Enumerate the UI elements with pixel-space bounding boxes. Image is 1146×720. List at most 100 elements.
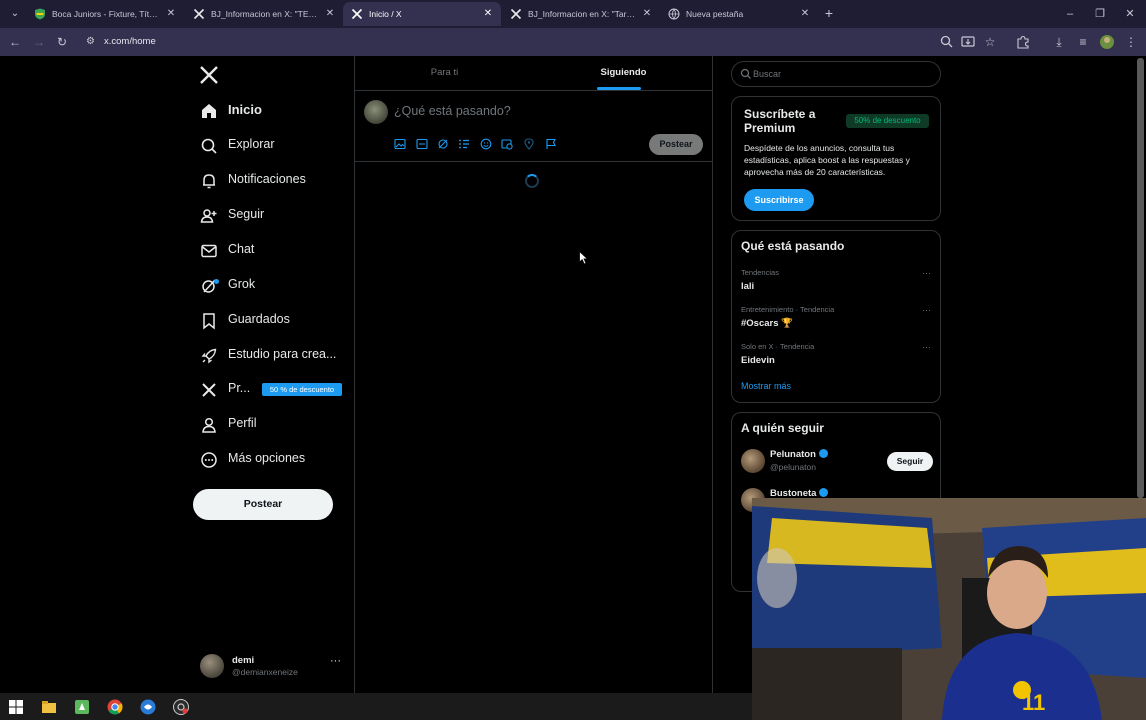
gif-icon[interactable]	[416, 138, 428, 150]
address-bar[interactable]: ⚙ x.com/home	[80, 31, 1000, 53]
nav-item-chat[interactable]: Chat	[196, 236, 346, 266]
flag-icon[interactable]	[545, 138, 557, 150]
nav-item-guardados[interactable]: Guardados	[196, 306, 346, 336]
subscribe-button[interactable]: Suscribirse	[744, 189, 814, 211]
bookmark-star-icon[interactable]: ☆	[981, 33, 999, 51]
schedule-icon[interactable]	[501, 138, 513, 150]
follow-button[interactable]: Seguir	[887, 452, 933, 471]
obs-recording-icon[interactable]	[172, 698, 190, 716]
more-dots-icon[interactable]: ···	[922, 305, 931, 315]
compose-post-button[interactable]: Postear	[649, 134, 703, 155]
trends-heading: Qué está pasando	[741, 239, 845, 253]
follow-name: Pelunaton	[770, 449, 828, 460]
premium-discount-badge: 50% de descuento	[846, 114, 929, 128]
account-handle: @demianxeneize	[232, 667, 298, 677]
zoom-icon[interactable]	[938, 33, 956, 51]
divider	[355, 90, 713, 91]
nav-item-estudio[interactable]: Estudio para crea...	[196, 341, 346, 371]
nav-item-mas-opciones[interactable]: Más opciones	[196, 445, 346, 475]
download-icon[interactable]: ⤓	[1050, 33, 1068, 51]
tab-close-icon[interactable]: ✕	[164, 2, 178, 26]
browser-tabstrip: ⌄ Boca Juniors - Fixture, Títulos y ✕ BJ…	[0, 0, 1146, 28]
more-dots-icon[interactable]: ···	[922, 342, 931, 352]
media-control-icon[interactable]: ≡	[1074, 33, 1092, 51]
x-logo-icon[interactable]	[198, 64, 220, 86]
file-explorer-icon[interactable]	[40, 698, 58, 716]
svg-text:11: 11	[1022, 690, 1045, 715]
reload-icon[interactable]: ↻	[53, 33, 71, 51]
more-dots-icon[interactable]: ···	[922, 268, 931, 278]
url-text[interactable]: x.com/home	[104, 31, 156, 53]
search-icon	[201, 138, 217, 154]
trend-category: Entretenimiento · Tendencia	[741, 305, 835, 314]
tab-title: BJ_Informacion en X: "TERMINÓ	[211, 9, 319, 19]
game-app-icon[interactable]	[73, 698, 91, 716]
site-settings-icon[interactable]: ⚙	[86, 34, 100, 50]
tab-search-chevron-icon[interactable]: ⌄	[6, 5, 24, 23]
browser-tab-bj-info-1[interactable]: BJ_Informacion en X: "TERMINÓ ✕	[185, 2, 343, 26]
more-circle-icon	[201, 452, 217, 468]
grok-compose-icon[interactable]	[437, 138, 449, 150]
sidebar-post-button[interactable]: Postear	[193, 489, 333, 520]
nav-item-grok[interactable]: Grok	[196, 271, 346, 301]
browser-tab-bj-info-2[interactable]: BJ_Informacion en X: "Tarragona ✕	[502, 2, 660, 26]
back-arrow-icon[interactable]: ←	[6, 33, 24, 51]
window-close-icon[interactable]: ✕	[1114, 0, 1146, 28]
nav-label: Grok	[228, 277, 256, 291]
search-icon	[740, 68, 751, 79]
profile-avatar-icon[interactable]	[1098, 33, 1116, 51]
restore-icon[interactable]: ❐	[1084, 0, 1116, 28]
browser-tab-inicio[interactable]: Inicio / X ✕	[343, 2, 501, 26]
follow-handle: @pelunaton	[770, 462, 816, 472]
x-favicon-icon	[193, 8, 205, 20]
browser-toolbar: ← → ↻ ⚙ x.com/home ☆ ⤓ ≡ ⋮	[0, 28, 1146, 56]
nav-label: Guardados	[228, 312, 290, 326]
app-blue-icon[interactable]	[139, 698, 157, 716]
trend-item[interactable]: Tendencias lali ···	[741, 268, 931, 298]
follow-suggestion[interactable]: Pelunaton @pelunaton Seguir	[741, 447, 933, 477]
new-tab-plus-icon[interactable]: +	[820, 3, 838, 23]
forward-arrow-icon[interactable]: →	[30, 33, 48, 51]
tab-close-icon[interactable]: ✕	[640, 2, 654, 26]
show-more-link[interactable]: Mostrar más	[741, 381, 791, 391]
nav-item-seguir[interactable]: Seguir	[196, 201, 346, 231]
account-switcher[interactable]: demi @demianxeneize ···	[200, 652, 350, 682]
tab-siguiendo[interactable]: Siguiendo	[534, 56, 713, 90]
trend-item[interactable]: Entretenimiento · Tendencia #Oscars 🏆 ··…	[741, 305, 931, 335]
nav-item-perfil[interactable]: Perfil	[196, 410, 346, 440]
emoji-icon[interactable]	[480, 138, 492, 150]
tab-title: BJ_Informacion en X: "Tarragona	[528, 9, 636, 19]
location-icon[interactable]	[523, 138, 535, 150]
mail-icon	[201, 244, 217, 258]
search-box[interactable]: Buscar	[731, 61, 941, 87]
minimize-icon[interactable]: –	[1054, 0, 1086, 28]
nav-label: Notificaciones	[228, 172, 306, 186]
nav-item-inicio[interactable]: Inicio	[196, 96, 346, 126]
follow-heading: A quién seguir	[741, 421, 824, 435]
trend-item[interactable]: Solo en X · Tendencia Eidevin ···	[741, 342, 931, 372]
nav-item-explorar[interactable]: Explorar	[196, 131, 346, 161]
webcam-feed-image: 11	[752, 498, 1146, 720]
browser-menu-icon[interactable]: ⋮	[1122, 33, 1140, 51]
x-favicon-icon	[351, 8, 363, 20]
more-dots-icon[interactable]: ···	[330, 655, 341, 667]
compose-input[interactable]: ¿Qué está pasando?	[394, 104, 511, 118]
chrome-icon[interactable]	[106, 698, 124, 716]
tab-close-icon[interactable]: ✕	[481, 2, 495, 26]
poll-icon[interactable]	[458, 138, 470, 150]
trend-category: Solo en X · Tendencia	[741, 342, 815, 351]
image-icon[interactable]	[394, 138, 406, 150]
search-placeholder: Buscar	[753, 69, 782, 79]
tab-close-icon[interactable]: ✕	[798, 2, 812, 26]
extensions-puzzle-icon[interactable]	[1014, 33, 1032, 51]
windows-start-icon[interactable]	[7, 698, 25, 716]
premium-description: Despídete de los anuncios, consulta tus …	[744, 143, 910, 177]
tab-close-icon[interactable]: ✕	[323, 2, 337, 26]
nav-label: Perfil	[228, 416, 257, 430]
tab-para-ti[interactable]: Para ti	[355, 56, 534, 90]
browser-tab-new[interactable]: Nueva pestaña ✕	[660, 2, 818, 26]
page-scrollbar[interactable]	[1137, 58, 1144, 498]
install-app-icon[interactable]	[959, 33, 977, 51]
browser-tab-boca[interactable]: Boca Juniors - Fixture, Títulos y ✕	[26, 2, 184, 26]
nav-item-notificaciones[interactable]: Notificaciones	[196, 166, 346, 196]
